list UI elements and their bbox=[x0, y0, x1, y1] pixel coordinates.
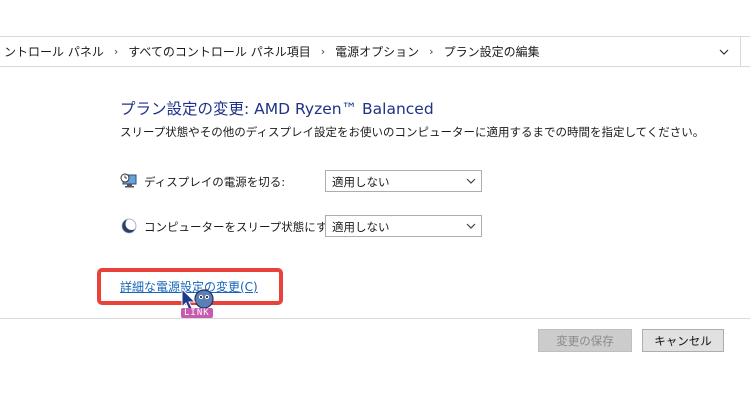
page-description: スリープ状態やその他のディスプレイ設定をお使いのコンピューターに適用するまでの時… bbox=[120, 125, 705, 139]
breadcrumb: ントロール パネル › すべてのコントロール パネル項目 › 電源オプション ›… bbox=[0, 37, 544, 66]
window-top-strip bbox=[0, 0, 750, 36]
address-bar[interactable]: ントロール パネル › すべてのコントロール パネル項目 › 電源オプション ›… bbox=[0, 36, 750, 67]
chevron-down-icon bbox=[466, 178, 476, 184]
breadcrumb-item-all-items[interactable]: すべてのコントロール パネル項目 bbox=[124, 43, 315, 60]
setting-row-display-off: ディスプレイの電源を切る: 適用しない bbox=[120, 170, 490, 194]
address-history-dropdown[interactable] bbox=[712, 37, 736, 66]
save-changes-button[interactable]: 変更の保存 bbox=[538, 329, 632, 352]
chevron-down-icon bbox=[466, 223, 476, 229]
chevron-down-icon bbox=[719, 49, 729, 55]
footer-divider bbox=[0, 318, 750, 319]
breadcrumb-separator-icon[interactable]: › bbox=[423, 45, 439, 58]
display-off-select[interactable]: 適用しない bbox=[325, 170, 482, 192]
sleep-label: コンピューターをスリープ状態にする: bbox=[144, 220, 343, 234]
breadcrumb-separator-icon[interactable]: › bbox=[108, 45, 124, 58]
sleep-select[interactable]: 適用しない bbox=[325, 215, 482, 237]
breadcrumb-item-edit-plan[interactable]: プラン設定の編集 bbox=[440, 43, 544, 60]
cursor-link-badge: LINK bbox=[181, 308, 213, 318]
page-title: プラン設定の変更: AMD Ryzen™ Balanced bbox=[120, 100, 434, 118]
breadcrumb-item-control-panel[interactable]: ントロール パネル bbox=[0, 43, 108, 60]
moon-sleep-icon bbox=[121, 218, 138, 234]
sleep-select-value: 適用しない bbox=[332, 220, 390, 234]
setting-row-sleep: コンピューターをスリープ状態にする: 適用しない bbox=[120, 215, 490, 239]
cancel-button[interactable]: キャンセル bbox=[642, 329, 724, 352]
address-bar-divider bbox=[740, 37, 741, 66]
monitor-clock-icon bbox=[120, 173, 137, 188]
breadcrumb-separator-icon[interactable]: › bbox=[315, 45, 331, 58]
breadcrumb-item-power-options[interactable]: 電源オプション bbox=[331, 43, 423, 60]
display-off-select-value: 適用しない bbox=[332, 175, 390, 189]
display-off-label: ディスプレイの電源を切る: bbox=[144, 175, 286, 189]
